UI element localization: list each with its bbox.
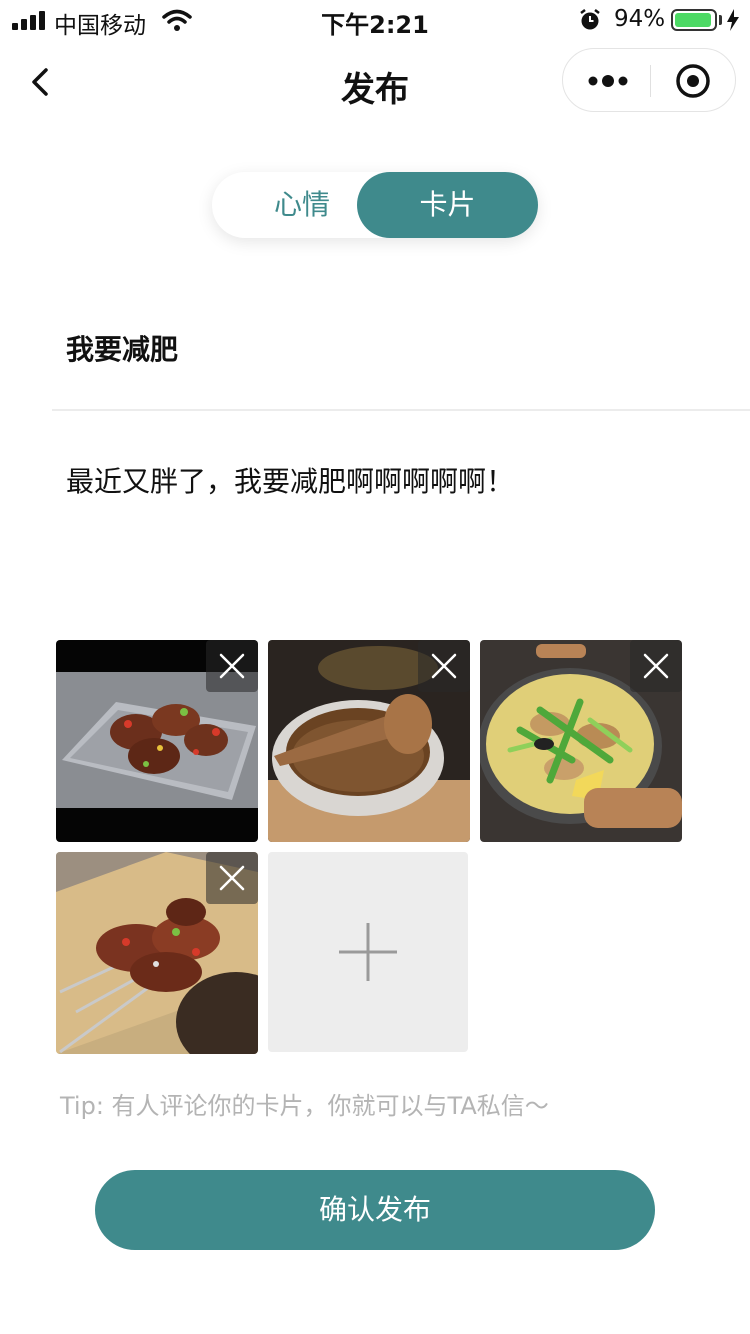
close-icon <box>219 865 245 891</box>
more-dots-icon[interactable] <box>587 71 629 91</box>
nav-bar: 发布 <box>0 40 750 128</box>
tip-text: Tip: 有人评论你的卡片，你就可以与TA私信～ <box>60 1092 549 1120</box>
remove-photo-button[interactable] <box>418 640 470 692</box>
mini-program-capsule <box>562 48 736 112</box>
confirm-publish-button[interactable]: 确认发布 <box>95 1170 655 1250</box>
photo-thumbnail[interactable] <box>480 640 682 842</box>
add-photo-button[interactable] <box>268 852 468 1052</box>
battery-tip <box>719 15 722 25</box>
battery-percent: 94% <box>614 6 666 32</box>
battery-icon <box>671 9 717 31</box>
photo-thumbnail[interactable] <box>268 640 470 842</box>
close-icon <box>643 653 669 679</box>
tab-card[interactable]: 卡片 <box>357 172 538 238</box>
close-icon <box>431 653 457 679</box>
close-icon <box>219 653 245 679</box>
target-circle-icon[interactable] <box>675 63 711 99</box>
plus-icon <box>339 923 397 981</box>
status-bar: 中国移动 下午2:21 94% <box>0 0 750 40</box>
photo-thumbnail[interactable] <box>56 640 258 842</box>
remove-photo-button[interactable] <box>630 640 682 692</box>
content-textarea[interactable]: 最近又胖了，我要减肥啊啊啊啊啊！ <box>66 460 706 500</box>
alarm-icon <box>580 9 600 30</box>
title-input[interactable]: 我要减肥 <box>66 328 178 368</box>
charging-bolt-icon <box>727 9 739 31</box>
remove-photo-button[interactable] <box>206 640 258 692</box>
post-type-toggle: 心情 卡片 <box>212 172 538 238</box>
capsule-divider <box>650 65 651 97</box>
photo-thumbnail[interactable] <box>56 852 258 1054</box>
remove-photo-button[interactable] <box>206 852 258 904</box>
divider <box>52 409 750 411</box>
